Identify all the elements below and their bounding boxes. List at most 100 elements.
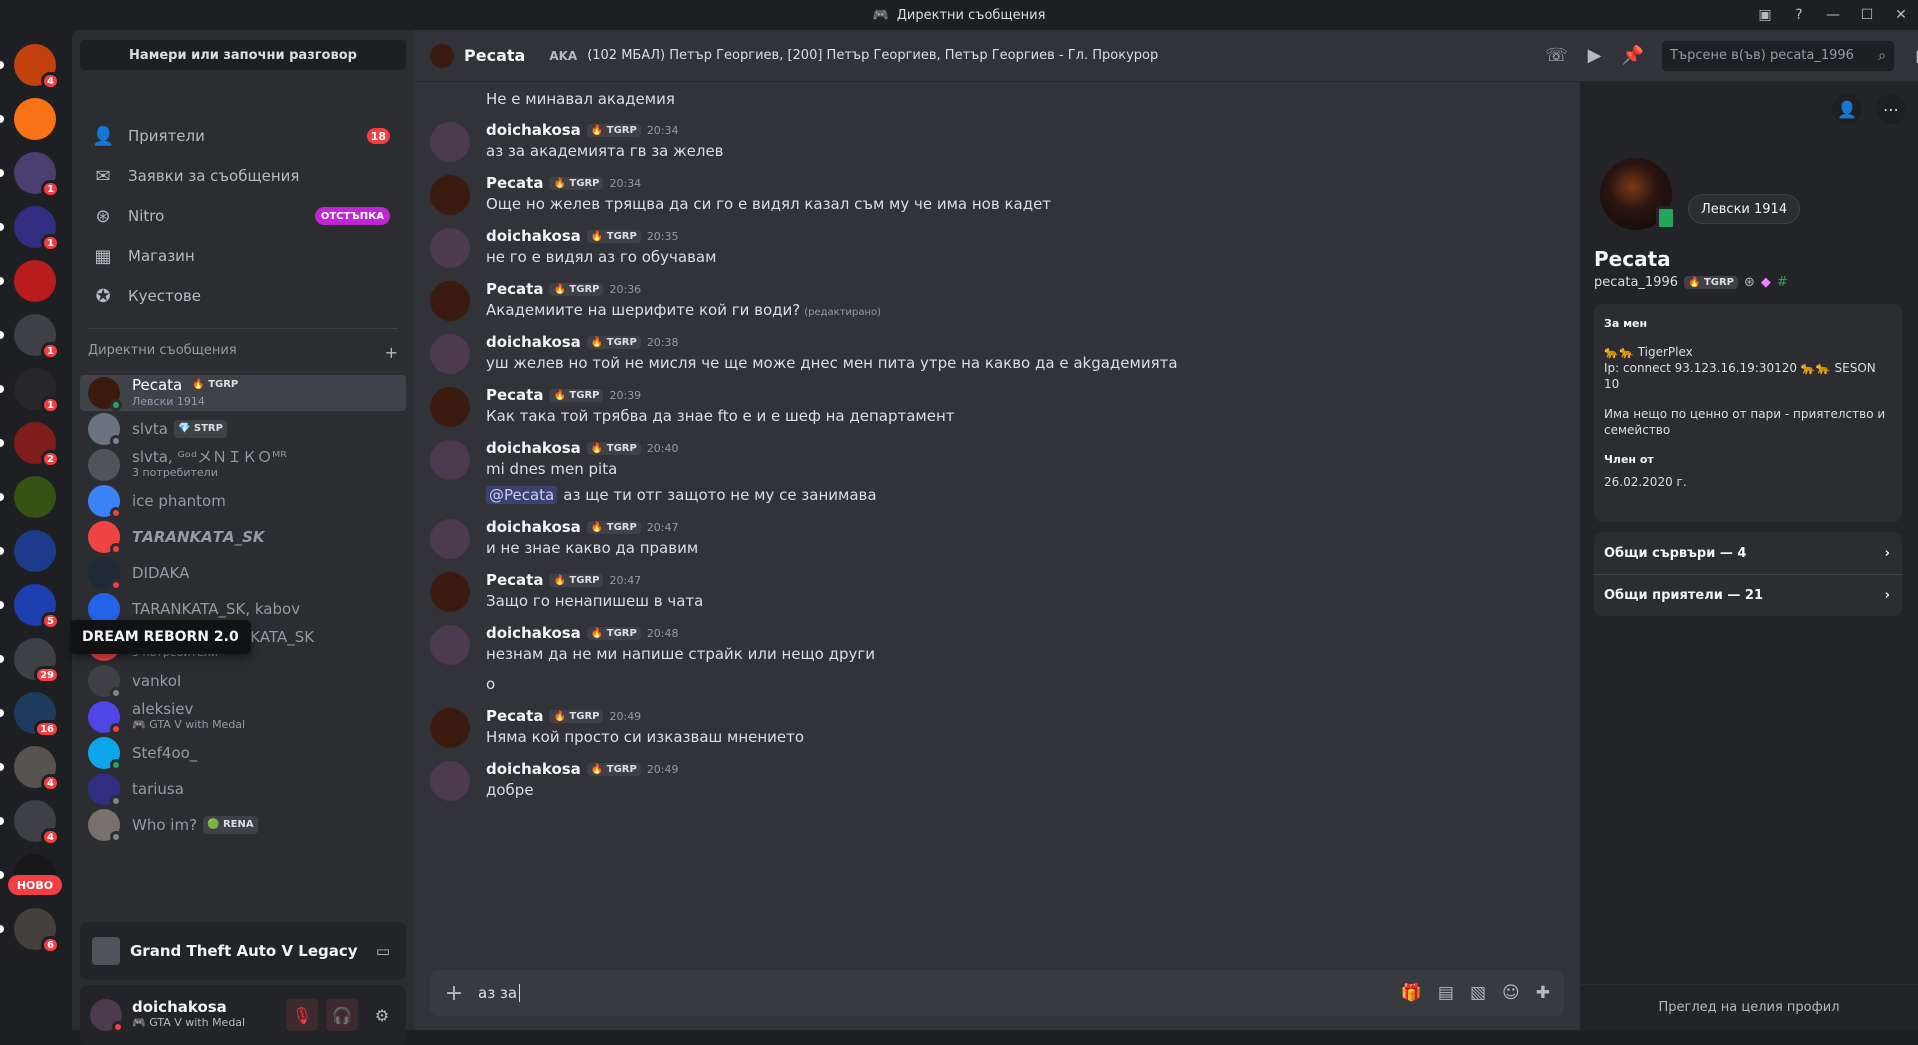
dm-conversation[interactable]: Stef4oo_ bbox=[80, 735, 406, 771]
server-icon[interactable]: 4 bbox=[14, 746, 60, 792]
help-icon[interactable]: ? bbox=[1782, 7, 1816, 23]
apps-icon[interactable]: ✚ bbox=[1536, 983, 1550, 1003]
dm-conversation[interactable]: ice phantom bbox=[80, 483, 406, 519]
message-timestamp: 20:40 bbox=[646, 441, 679, 455]
dm-conversation[interactable]: DIDAKA bbox=[80, 555, 406, 591]
friends-badge: 18 bbox=[366, 128, 390, 144]
screen-share-icon[interactable]: ▭ bbox=[376, 942, 390, 960]
dm-conversation[interactable]: 𝙏𝘼𝙍𝘼𝙉𝙆𝘼𝙏𝘼_𝙎𝙆 bbox=[80, 519, 406, 555]
create-dm-button[interactable]: + bbox=[385, 343, 398, 362]
avatar[interactable] bbox=[90, 999, 124, 1033]
shop-icon: ▦ bbox=[94, 245, 112, 267]
deafen-icon[interactable]: 🎧 bbox=[326, 999, 358, 1031]
avatar[interactable] bbox=[430, 334, 470, 374]
message-body: Pecata 🔥 TGRP 20:49 Няма кой просто си изка… bbox=[486, 706, 1560, 748]
avatar[interactable] bbox=[430, 708, 470, 748]
gif-icon[interactable]: ▤ bbox=[1438, 983, 1454, 1003]
server-icon[interactable] bbox=[14, 260, 56, 302]
mutual-servers[interactable]: Общи сървъри — 4 › bbox=[1594, 532, 1902, 574]
avatar[interactable] bbox=[430, 281, 470, 321]
server-icon[interactable]: 1 bbox=[14, 206, 60, 252]
server-icon[interactable]: 2 bbox=[14, 422, 60, 468]
message-author[interactable]: doichakosa bbox=[486, 518, 581, 536]
message-author[interactable]: Pecata bbox=[486, 707, 543, 725]
sticker-icon[interactable]: ▧ bbox=[1470, 983, 1486, 1003]
avatar[interactable] bbox=[430, 440, 470, 480]
emoji-icon[interactable]: ☺ bbox=[1502, 983, 1520, 1003]
mention-badge: 5 bbox=[41, 612, 60, 630]
message-author[interactable]: Pecata bbox=[486, 174, 543, 192]
chat-search-input[interactable]: Търсене в(ъв) pecata_1996 ⌕ bbox=[1662, 40, 1894, 71]
message-author[interactable]: doichakosa bbox=[486, 121, 581, 139]
profile-avatar[interactable] bbox=[1594, 152, 1678, 236]
dm-conversation[interactable]: aleksiev 🎮 GTA V with Medal bbox=[80, 699, 406, 735]
divider bbox=[88, 328, 398, 329]
avatar[interactable] bbox=[430, 761, 470, 801]
pin-icon[interactable]: 📌 bbox=[1621, 45, 1643, 66]
message-author[interactable]: doichakosa bbox=[486, 624, 581, 642]
dm-conversation[interactable]: Who im? 🟢 RENA bbox=[80, 807, 406, 843]
server-icon[interactable]: 1 bbox=[14, 314, 60, 360]
message-input[interactable]: аз за bbox=[478, 984, 521, 1003]
plus-icon[interactable]: + bbox=[430, 981, 478, 1006]
message-author[interactable]: doichakosa bbox=[486, 227, 581, 245]
nav-nitro[interactable]: ⊛ Nitro ОТСТЪПКА bbox=[80, 196, 406, 236]
avatar[interactable] bbox=[430, 228, 470, 268]
server-icon[interactable]: 1 bbox=[14, 368, 60, 414]
nav-shop[interactable]: ▦ Магазин bbox=[80, 236, 406, 276]
message-author[interactable]: Pecata bbox=[486, 280, 543, 298]
message-body: doichakosa 🔥 TGRP 20:35 не го е видял аз го… bbox=[486, 226, 1560, 268]
dm-conversation[interactable]: Pecata 🔥 TGRP Левски 1914 bbox=[80, 375, 406, 411]
message-author[interactable]: doichakosa bbox=[486, 333, 581, 351]
server-icon[interactable]: 4 bbox=[14, 800, 60, 846]
avatar[interactable] bbox=[430, 122, 470, 162]
more-icon[interactable]: ⋯ bbox=[1876, 94, 1906, 124]
nav-quests[interactable]: ✪ Куестове bbox=[80, 276, 406, 316]
add-friend-icon[interactable]: 👤 bbox=[1832, 94, 1862, 124]
server-icon[interactable]: 5 bbox=[14, 584, 60, 630]
minimize-icon[interactable]: — bbox=[1816, 7, 1850, 23]
gear-icon[interactable]: ⚙ bbox=[366, 999, 398, 1031]
server-icon[interactable] bbox=[14, 530, 56, 572]
server-icon[interactable]: 6 bbox=[14, 908, 60, 954]
phone-icon[interactable]: ☏ bbox=[1545, 45, 1568, 66]
find-conversation-button[interactable]: Намери или започни разговор bbox=[80, 40, 406, 70]
nav-friends[interactable]: 👤 Приятели 18 bbox=[80, 116, 406, 156]
message-timestamp: 20:34 bbox=[609, 176, 642, 190]
server-icon[interactable]: 4 bbox=[14, 44, 60, 90]
avatar[interactable] bbox=[430, 387, 470, 427]
server-icon[interactable] bbox=[14, 98, 56, 140]
mute-icon[interactable]: 🎙 bbox=[286, 999, 318, 1031]
maximize-icon[interactable]: ☐ bbox=[1850, 7, 1884, 23]
server-icon[interactable]: 1 bbox=[14, 152, 60, 198]
view-full-profile[interactable]: Преглед на целия профил bbox=[1580, 984, 1918, 1030]
avatar[interactable] bbox=[430, 175, 470, 215]
avatar[interactable] bbox=[430, 572, 470, 612]
close-icon[interactable]: ✕ bbox=[1884, 7, 1918, 23]
message-author[interactable]: doichakosa bbox=[486, 439, 581, 457]
message-author[interactable]: doichakosa bbox=[486, 760, 581, 778]
avatar[interactable] bbox=[430, 519, 470, 559]
inbox-icon[interactable]: ▣ bbox=[1748, 7, 1782, 23]
avatar bbox=[88, 449, 120, 481]
nav-message-requests[interactable]: ✉ Заявки за съобщения bbox=[80, 156, 406, 196]
message-author[interactable]: Pecata bbox=[486, 386, 543, 404]
server-icon[interactable] bbox=[14, 476, 56, 518]
server-icon[interactable]: 16 bbox=[14, 692, 60, 738]
message-composer[interactable]: + аз за 🎁 ▤ ▧ ☺ ✚ bbox=[430, 970, 1564, 1016]
dm-conversation[interactable]: vankoI bbox=[80, 663, 406, 699]
message-author[interactable]: Pecata bbox=[486, 571, 543, 589]
server-icon[interactable]: 29 bbox=[14, 638, 60, 684]
video-icon[interactable]: ▶ bbox=[1588, 45, 1602, 66]
new-servers-pill[interactable]: НОВО bbox=[8, 875, 62, 895]
guild-tag: 🔥 TGRP bbox=[549, 709, 604, 723]
now-playing-card[interactable]: Grand Theft Auto V Legacy ▭ bbox=[80, 922, 406, 980]
dm-conversation[interactable]: slvta, ᴳᵒᵈメＮＩＫＯᴹᴿ 3 потребители bbox=[80, 447, 406, 483]
gift-icon[interactable]: 🎁 bbox=[1401, 983, 1422, 1003]
dm-conversation[interactable]: slvta 💎 STRP bbox=[80, 411, 406, 447]
avatar bbox=[88, 557, 122, 591]
mutual-friends[interactable]: Общи приятели — 21 › bbox=[1594, 574, 1902, 616]
user-mention[interactable]: @Pecata bbox=[486, 486, 558, 504]
avatar[interactable] bbox=[430, 625, 470, 665]
dm-conversation[interactable]: tariusa bbox=[80, 771, 406, 807]
